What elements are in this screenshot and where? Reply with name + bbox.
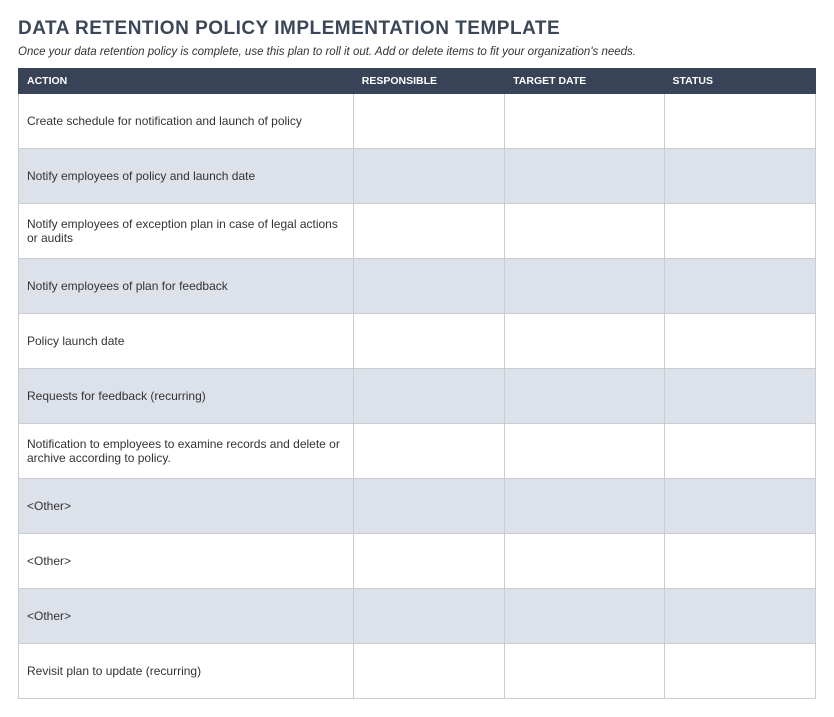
cell-responsible[interactable]	[353, 94, 504, 149]
cell-status[interactable]	[664, 534, 815, 589]
cell-action[interactable]: Policy launch date	[19, 314, 354, 369]
cell-status[interactable]	[664, 314, 815, 369]
table-row: Notification to employees to examine rec…	[19, 424, 816, 479]
cell-action[interactable]: Revisit plan to update (recurring)	[19, 644, 354, 699]
table-row: Notify employees of exception plan in ca…	[19, 204, 816, 259]
header-target-date: TARGET DATE	[505, 69, 664, 94]
table-row: Notify employees of policy and launch da…	[19, 149, 816, 204]
header-responsible: RESPONSIBLE	[353, 69, 504, 94]
cell-responsible[interactable]	[353, 369, 504, 424]
cell-action[interactable]: <Other>	[19, 479, 354, 534]
table-row: <Other>	[19, 589, 816, 644]
cell-target-date[interactable]	[505, 94, 664, 149]
cell-action[interactable]: Notify employees of exception plan in ca…	[19, 204, 354, 259]
cell-action[interactable]: <Other>	[19, 589, 354, 644]
cell-target-date[interactable]	[505, 589, 664, 644]
cell-target-date[interactable]	[505, 314, 664, 369]
cell-status[interactable]	[664, 424, 815, 479]
cell-action[interactable]: Requests for feedback (recurring)	[19, 369, 354, 424]
cell-responsible[interactable]	[353, 314, 504, 369]
policy-table: ACTION RESPONSIBLE TARGET DATE STATUS Cr…	[18, 68, 816, 699]
cell-action[interactable]: Notification to employees to examine rec…	[19, 424, 354, 479]
cell-target-date[interactable]	[505, 369, 664, 424]
cell-status[interactable]	[664, 94, 815, 149]
header-action: ACTION	[19, 69, 354, 94]
cell-target-date[interactable]	[505, 204, 664, 259]
cell-action[interactable]: Notify employees of policy and launch da…	[19, 149, 354, 204]
page-subtitle: Once your data retention policy is compl…	[18, 46, 816, 58]
cell-target-date[interactable]	[505, 424, 664, 479]
table-row: Revisit plan to update (recurring)	[19, 644, 816, 699]
table-row: Notify employees of plan for feedback	[19, 259, 816, 314]
cell-status[interactable]	[664, 259, 815, 314]
cell-target-date[interactable]	[505, 149, 664, 204]
cell-responsible[interactable]	[353, 534, 504, 589]
cell-action[interactable]: <Other>	[19, 534, 354, 589]
page-title: DATA RETENTION POLICY IMPLEMENTATION TEM…	[18, 18, 816, 40]
cell-target-date[interactable]	[505, 259, 664, 314]
cell-responsible[interactable]	[353, 589, 504, 644]
table-row: <Other>	[19, 479, 816, 534]
table-row: <Other>	[19, 534, 816, 589]
cell-status[interactable]	[664, 369, 815, 424]
cell-action[interactable]: Create schedule for notification and lau…	[19, 94, 354, 149]
cell-status[interactable]	[664, 589, 815, 644]
table-row: Create schedule for notification and lau…	[19, 94, 816, 149]
cell-status[interactable]	[664, 479, 815, 534]
cell-status[interactable]	[664, 204, 815, 259]
cell-responsible[interactable]	[353, 479, 504, 534]
table-row: Policy launch date	[19, 314, 816, 369]
cell-action[interactable]: Notify employees of plan for feedback	[19, 259, 354, 314]
table-row: Requests for feedback (recurring)	[19, 369, 816, 424]
cell-status[interactable]	[664, 644, 815, 699]
cell-responsible[interactable]	[353, 644, 504, 699]
cell-responsible[interactable]	[353, 424, 504, 479]
cell-target-date[interactable]	[505, 479, 664, 534]
table-header-row: ACTION RESPONSIBLE TARGET DATE STATUS	[19, 69, 816, 94]
cell-responsible[interactable]	[353, 204, 504, 259]
cell-target-date[interactable]	[505, 534, 664, 589]
cell-responsible[interactable]	[353, 149, 504, 204]
header-status: STATUS	[664, 69, 815, 94]
cell-responsible[interactable]	[353, 259, 504, 314]
cell-target-date[interactable]	[505, 644, 664, 699]
cell-status[interactable]	[664, 149, 815, 204]
